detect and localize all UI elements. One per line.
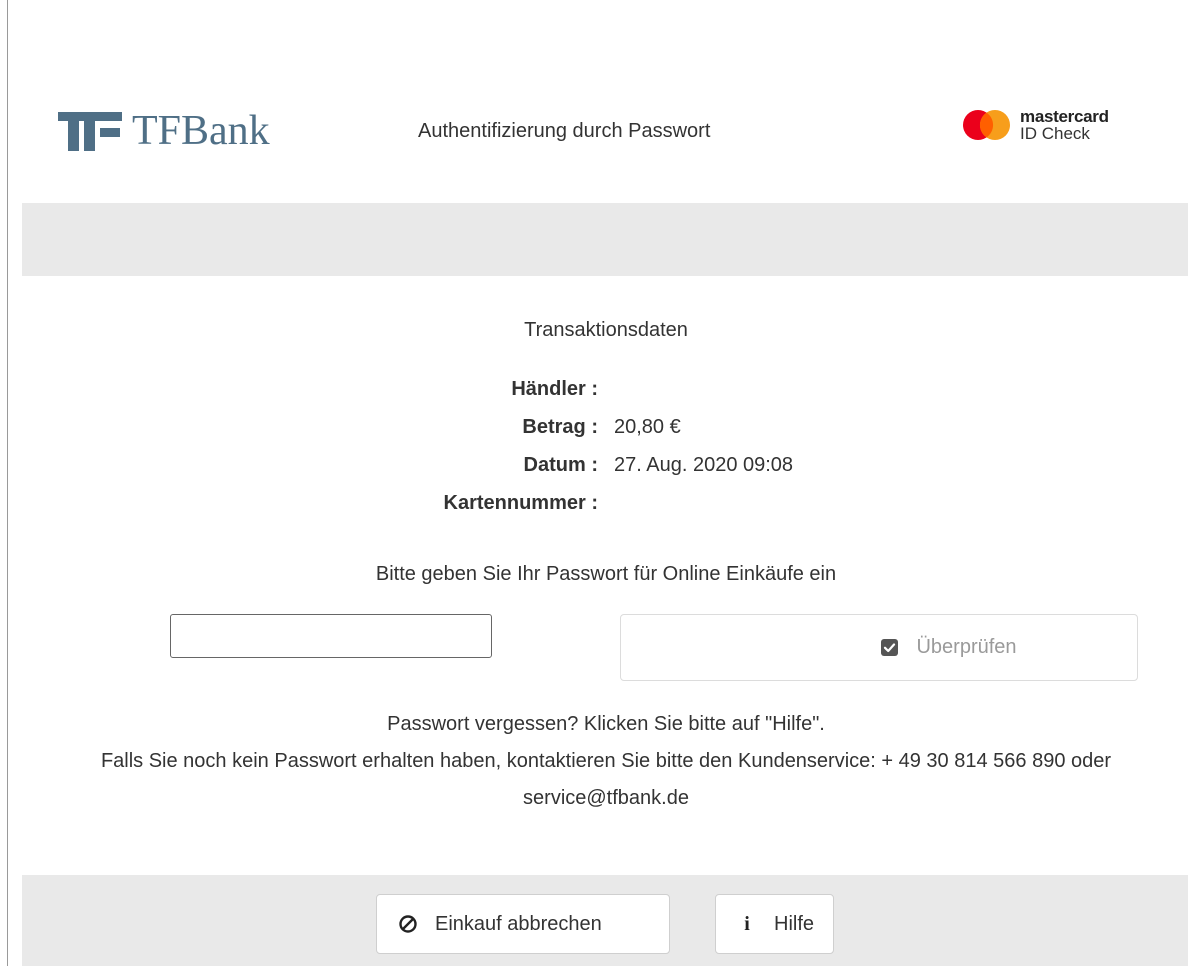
tfbank-logo-mark-icon: [58, 106, 126, 156]
info-icon: i: [744, 912, 750, 935]
mastercard-circles-icon: [963, 110, 1010, 140]
mastercard-brand-text: mastercard: [1020, 107, 1109, 126]
password-input[interactable]: [170, 614, 492, 658]
cancel-purchase-label: Einkauf abbrechen: [435, 912, 602, 935]
transaction-row-merchant: Händler :: [300, 370, 900, 408]
date-value: 27. Aug. 2020 09:08: [614, 453, 794, 476]
page-title: Authentifizierung durch Passwort: [418, 120, 711, 142]
left-divider: [7, 0, 8, 966]
customer-service-text: Falls Sie noch kein Passwort erhalten ha…: [100, 750, 1112, 809]
verify-button[interactable]: Überprüfen: [620, 614, 1138, 681]
transaction-row-date: Datum : 27. Aug. 2020 09:08: [300, 446, 900, 484]
header-band: [22, 203, 1188, 276]
checkbox-checked-icon: [881, 639, 899, 656]
cancel-purchase-button[interactable]: Einkauf abbrechen: [376, 894, 670, 954]
transaction-row-card-number: Kartennummer :: [300, 484, 900, 522]
card-number-label: Kartennummer :: [443, 491, 598, 514]
transaction-details: Händler : Betrag : 20,80 € Datum : 27. A…: [300, 370, 900, 522]
header: TFBank Authentifizierung durch Passwort …: [22, 90, 1188, 180]
ban-icon: [397, 914, 419, 934]
merchant-label: Händler :: [511, 377, 598, 400]
transaction-title: Transaktionsdaten: [524, 319, 688, 341]
help-info: Passwort vergessen? Klicken Sie bitte au…: [40, 706, 1172, 817]
help-label: Hilfe: [774, 912, 815, 935]
verify-button-label: Überprüfen: [916, 636, 1017, 658]
amount-value: 20,80 €: [614, 415, 681, 438]
amount-label: Betrag :: [522, 415, 598, 438]
date-label: Datum :: [523, 453, 598, 476]
mastercard-id-check-logo: mastercard ID Check: [962, 108, 1109, 142]
forgot-password-text: Passwort vergessen? Klicken Sie bitte au…: [387, 713, 825, 735]
transaction-row-amount: Betrag : 20,80 €: [300, 408, 900, 446]
id-check-text: ID Check: [1020, 124, 1090, 143]
help-button[interactable]: i Hilfe: [715, 894, 834, 954]
tfbank-logo: TFBank: [58, 106, 270, 156]
page: TFBank Authentifizierung durch Passwort …: [0, 0, 1194, 966]
password-prompt: Bitte geben Sie Ihr Passwort für Online …: [375, 563, 837, 585]
tfbank-logo-text: TFBank: [132, 108, 270, 154]
